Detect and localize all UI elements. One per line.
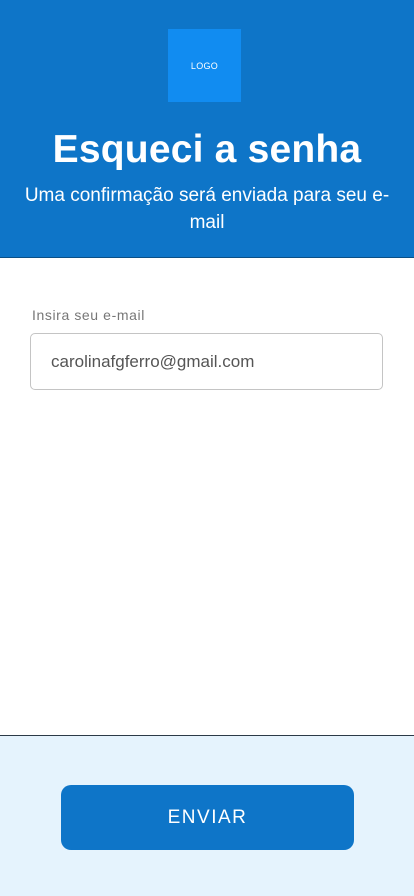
- footer: ENVIAR: [0, 735, 414, 896]
- forgot-password-screen: LOGO Esqueci a senha Uma confirmação ser…: [0, 0, 414, 896]
- page-title: Esqueci a senha: [52, 128, 362, 171]
- header: LOGO Esqueci a senha Uma confirmação ser…: [0, 0, 414, 258]
- email-label: Insira seu e-mail: [32, 307, 145, 323]
- logo-text: LOGO: [190, 60, 219, 71]
- send-button[interactable]: ENVIAR: [61, 785, 354, 850]
- logo: LOGO: [168, 29, 241, 102]
- email-field[interactable]: [30, 333, 383, 390]
- page-subtitle: Uma confirmação será enviada para seu e-…: [24, 185, 390, 233]
